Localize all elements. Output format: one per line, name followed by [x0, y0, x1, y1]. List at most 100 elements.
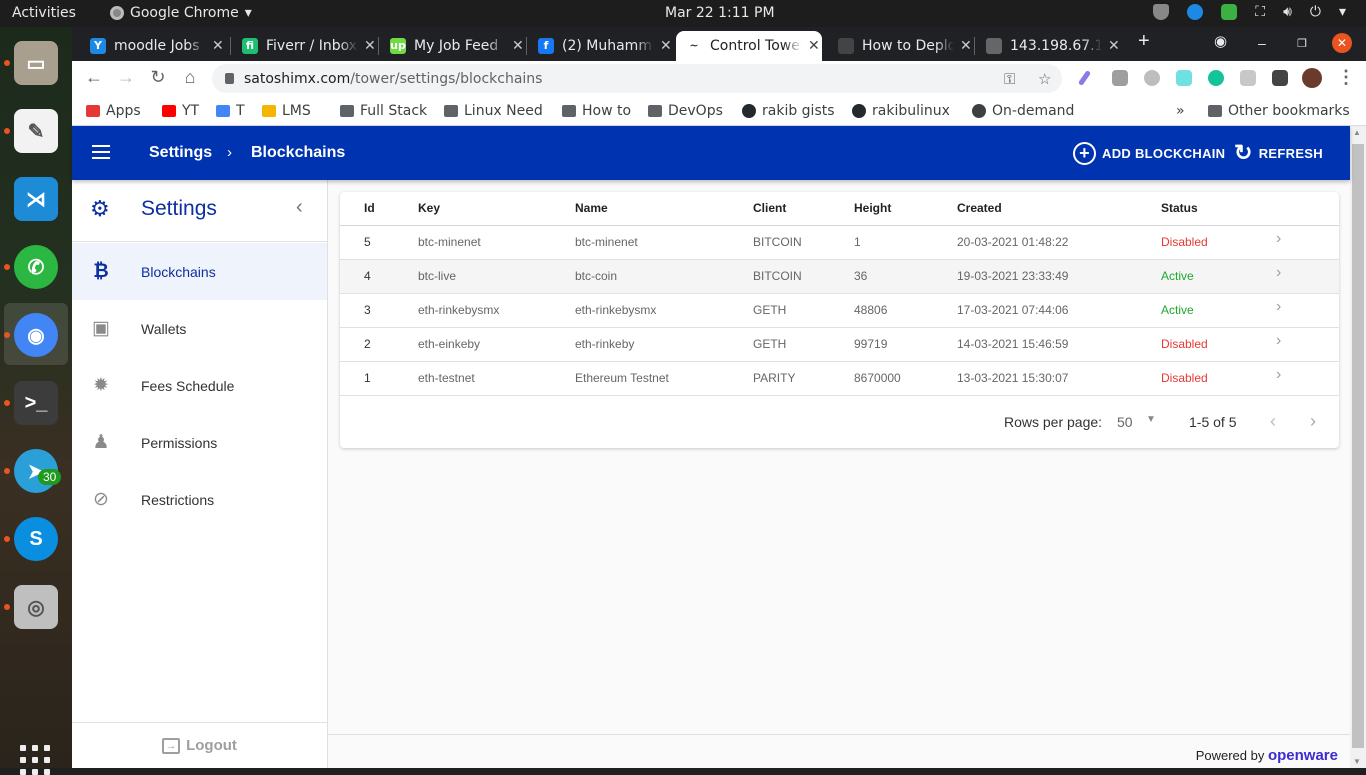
openware-logo[interactable]: openware	[1268, 747, 1338, 764]
table-row[interactable]: 4 btc-live btc-coin BITCOIN 36 19-03-2021 23:…	[340, 259, 1339, 294]
volume-icon[interactable]: 🔊︎	[1283, 4, 1292, 20]
dock-files-icon[interactable]: ▭	[14, 41, 58, 85]
table-row[interactable]: 5 btc-minenet btc-minenet BITCOIN 1 20-03-202…	[340, 225, 1339, 260]
bookmark-t[interactable]: T	[216, 103, 245, 119]
caret-down-icon[interactable]: ▼	[1146, 414, 1156, 425]
bookmark-star-icon[interactable]: ☆	[1038, 70, 1051, 88]
show-applications-icon[interactable]	[20, 745, 50, 775]
camera-extension-icon[interactable]	[1112, 70, 1128, 86]
chevron-right-icon[interactable]: ›	[1276, 366, 1281, 383]
bookmark-how-to[interactable]: How to	[562, 103, 631, 119]
bookmarks-overflow-button[interactable]: »	[1176, 103, 1185, 119]
back-button[interactable]: ←	[82, 67, 106, 88]
chevron-right-icon[interactable]: ›	[1276, 230, 1281, 247]
close-tab-icon[interactable]: ✕	[960, 38, 972, 54]
sidebar-item-label: Fees Schedule	[141, 377, 235, 394]
chevron-right-icon[interactable]: ›	[1276, 298, 1281, 315]
previous-page-button[interactable]: ‹	[1270, 411, 1276, 432]
bookmark-apps[interactable]: Apps	[86, 103, 141, 119]
scroll-down-arrow[interactable]: ▼	[1353, 757, 1361, 766]
check-icon[interactable]	[1221, 4, 1238, 20]
eyedropper-extension-icon[interactable]	[1176, 70, 1192, 86]
collapse-sidebar-icon[interactable]: ‹	[296, 196, 303, 219]
rows-per-page-select[interactable]: 50	[1117, 414, 1133, 430]
forward-button[interactable]: →	[114, 67, 138, 88]
profile-avatar[interactable]	[1302, 68, 1322, 88]
activities-button[interactable]: Activities	[12, 5, 76, 21]
browser-tab[interactable]: up My Job Feed ✕	[380, 31, 526, 61]
logout-button[interactable]: → Logout	[72, 722, 327, 768]
tab-search-icon[interactable]: ◉	[1214, 32, 1227, 50]
address-bar[interactable]: satoshimx.com/tower/settings/blockchains…	[212, 64, 1062, 93]
close-tab-icon[interactable]: ✕	[1108, 38, 1120, 54]
feather-extension-icon[interactable]	[1077, 70, 1092, 86]
dock-whatsapp-icon[interactable]: ✆	[14, 245, 58, 289]
close-tab-icon[interactable]: ✕	[660, 38, 672, 54]
bookmark-rakibulinux[interactable]: rakibulinux	[852, 103, 950, 119]
bookmark-on-demand[interactable]: On-demand	[972, 103, 1074, 119]
bookmark-full-stack[interactable]: Full Stack	[340, 103, 427, 119]
next-page-button[interactable]: ›	[1310, 411, 1316, 432]
dock-disk-utility-icon[interactable]: ◎	[14, 585, 58, 629]
hamburger-menu-icon[interactable]	[92, 145, 110, 163]
breadcrumb-settings[interactable]: Settings	[149, 144, 212, 162]
table-row[interactable]: 1 eth-testnet Ethereum Testnet PARITY 867000…	[340, 361, 1339, 396]
sidebar-item-permissions[interactable]: ♟ Permissions	[72, 414, 327, 471]
dock-vscode-icon[interactable]: ⋊	[14, 177, 58, 221]
calendar-badge-icon[interactable]	[1187, 4, 1204, 20]
browser-tab[interactable]: Ymoodle Jobs ✕	[80, 31, 226, 61]
power-icon[interactable]: ⏻	[1310, 4, 1321, 20]
close-tab-icon[interactable]: ✕	[212, 38, 224, 54]
dock-chrome-icon[interactable]: ◉	[14, 313, 58, 357]
chevron-right-icon[interactable]: ›	[1276, 264, 1281, 281]
sidebar-item-fees-schedule[interactable]: ✹ Fees Schedule	[72, 357, 327, 414]
home-button[interactable]: ⌂	[178, 67, 202, 88]
browser-tab[interactable]: f (2) Muhammad ✕	[528, 31, 674, 61]
new-tab-button[interactable]: +	[1138, 30, 1150, 53]
sidebar-item-restrictions[interactable]: ⊘ Restrictions	[72, 471, 327, 528]
bookmark-lms[interactable]: LMS	[262, 103, 311, 119]
shield-icon[interactable]	[1153, 4, 1170, 20]
close-window-button[interactable]: ✕	[1332, 33, 1352, 53]
grammarly-extension-icon[interactable]	[1208, 70, 1224, 86]
table-row[interactable]: 3 eth-rinkebysmx eth-rinkebysmx GETH 48806 17…	[340, 293, 1339, 328]
k-extension-icon[interactable]	[1240, 70, 1256, 86]
caret-down-icon[interactable]: ▾	[1339, 4, 1346, 20]
refresh-button[interactable]: ↻ REFRESH	[1234, 142, 1323, 164]
bookmark-yt[interactable]: YT	[162, 103, 199, 119]
other-bookmarks[interactable]: Other bookmarks	[1208, 103, 1350, 119]
reload-button[interactable]: ↻	[146, 67, 170, 88]
close-tab-icon[interactable]: ✕	[512, 38, 524, 54]
table-row[interactable]: 2 eth-einkeby eth-rinkeby GETH 99719 14-03-20…	[340, 327, 1339, 362]
globe-extension-icon[interactable]	[1144, 70, 1160, 86]
page-scrollbar[interactable]: ▲ ▼	[1350, 126, 1366, 768]
close-tab-icon[interactable]: ✕	[364, 38, 376, 54]
browser-tab[interactable]: fi Fiverr / Inbox ✕	[232, 31, 378, 61]
clock[interactable]: Mar 22 1:11 PM	[665, 5, 775, 21]
app-menu[interactable]: Google Chrome ▾	[110, 5, 252, 21]
chevron-right-icon[interactable]: ›	[1276, 332, 1281, 349]
lock-icon[interactable]	[225, 73, 234, 84]
dock-text-editor-icon[interactable]: ✎	[14, 109, 58, 153]
sidebar-item-blockchains[interactable]: ₿ Blockchains	[72, 243, 327, 300]
restore-button[interactable]: ❐	[1297, 37, 1307, 50]
network-icon[interactable]: ⛶	[1255, 4, 1265, 20]
minimize-button[interactable]: –	[1258, 35, 1266, 51]
close-tab-icon[interactable]: ✕	[808, 38, 820, 54]
scrollbar-thumb[interactable]	[1352, 144, 1364, 748]
bookmark-rakib-gists[interactable]: rakib gists	[742, 103, 835, 119]
dock-skype-icon[interactable]: S	[14, 517, 58, 561]
dock-terminal-icon[interactable]: >_	[14, 381, 58, 425]
browser-tab[interactable]: How to Deploy ✕	[828, 31, 974, 61]
sidebar-item-wallets[interactable]: ▣ Wallets	[72, 300, 327, 357]
bookmark-linux-need[interactable]: Linux Need	[444, 103, 543, 119]
key-icon[interactable]: ⚿	[1004, 70, 1015, 88]
browser-tab[interactable]: 143.198.67.1 ✕	[976, 31, 1122, 61]
bookmark-devops[interactable]: DevOps	[648, 103, 723, 119]
extensions-puzzle-icon[interactable]	[1272, 70, 1288, 86]
scroll-up-arrow[interactable]: ▲	[1353, 128, 1361, 137]
browser-tab[interactable]: ~ Control Tower ✕	[676, 31, 822, 61]
block-icon: ⊘	[93, 489, 109, 510]
add-blockchain-button[interactable]: + ADD BLOCKCHAIN	[1073, 142, 1225, 165]
chrome-menu-icon[interactable]: ⋮	[1334, 67, 1358, 88]
